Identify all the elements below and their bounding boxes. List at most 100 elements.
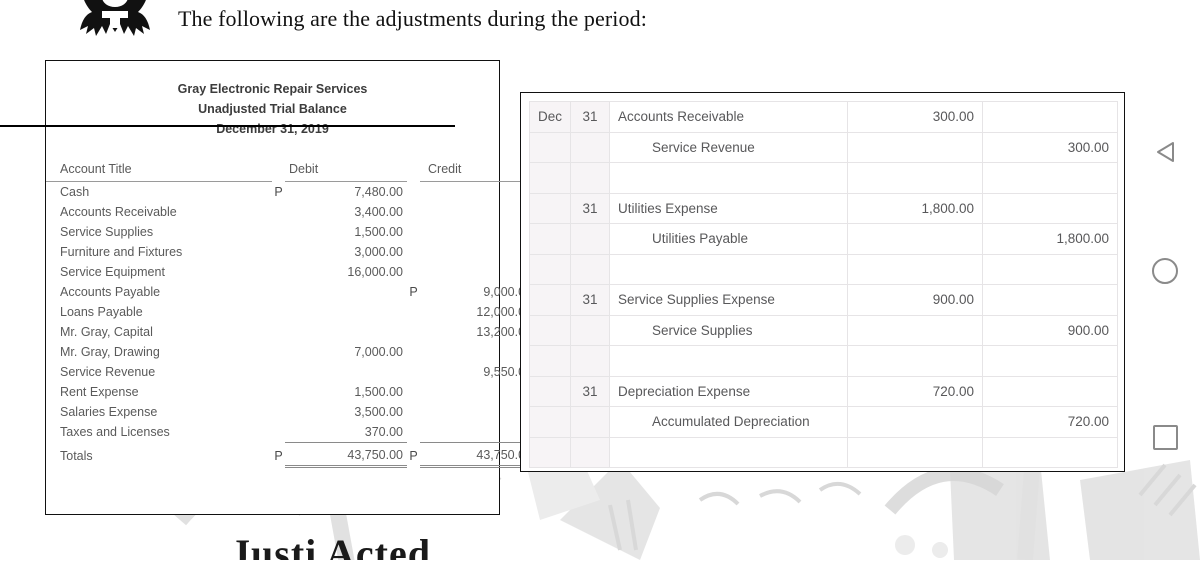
debit-amount-cell: 3,400.00 <box>354 205 403 219</box>
journal-account-cell <box>609 253 848 285</box>
journal-row <box>529 345 1118 377</box>
debit-currency-symbol <box>272 382 285 402</box>
credit-currency-symbol <box>407 342 420 362</box>
journal-row: 31 Depreciation Expense 720.00 <box>529 375 1118 407</box>
debit-currency-symbol <box>272 242 285 262</box>
debit-currency-symbol <box>272 202 285 222</box>
journal-credit-cell <box>982 284 1118 316</box>
totals-credit-currency-symbol: P <box>409 448 418 463</box>
journal-month-cell <box>529 284 571 316</box>
journal-credit-cell <box>982 345 1118 377</box>
unadjusted-trial-balance-panel: Gray Electronic Repair Services Unadjust… <box>45 60 540 515</box>
journal-day-cell: 31 <box>570 284 610 316</box>
journal-debit-cell <box>847 162 983 194</box>
journal-month-cell <box>529 345 571 377</box>
journal-account-cell: Accounts Receivable <box>609 101 848 133</box>
credit-currency-symbol <box>407 182 420 203</box>
account-title-cell: Taxes and Licenses <box>60 425 170 440</box>
credit-currency-symbol <box>407 302 420 322</box>
credit-currency-symbol <box>407 422 420 443</box>
journal-month-cell <box>529 192 571 224</box>
journal-account-cell: Accumulated Depreciation <box>609 406 848 438</box>
triangle-back-icon[interactable] <box>1154 140 1178 169</box>
credit-currency-symbol <box>407 322 420 342</box>
journal-row <box>529 436 1118 468</box>
crest-logo-icon <box>72 0 158 40</box>
journal-debit-cell: 720.00 <box>847 375 983 407</box>
journal-day-cell: 31 <box>570 375 610 407</box>
credit-currency-symbol: P <box>409 285 418 299</box>
debit-currency-symbol <box>272 362 285 382</box>
journal-account-cell: Utilities Expense <box>609 192 848 224</box>
journal-day-cell <box>570 436 610 468</box>
journal-debit-cell: 1,800.00 <box>847 192 983 224</box>
table-row: Salaries Expense 3,500.00 <box>46 402 540 422</box>
table-row: Mr. Gray, Capital 13,200.00 <box>46 322 540 342</box>
table-row: Rent Expense 1,500.00 <box>46 382 540 402</box>
trial-balance-body: Cash P 7,480.00 Accounts Receivable 3,40… <box>46 182 540 468</box>
journal-row: Accumulated Depreciation 720.00 <box>529 406 1118 438</box>
journal-day-cell <box>570 131 610 163</box>
report-title: Unadjusted Trial Balance <box>198 102 347 116</box>
spacer-debit-symbol <box>272 159 285 182</box>
table-row: Accounts Payable P 9,000.00 <box>46 282 540 302</box>
credit-currency-symbol <box>407 382 420 402</box>
journal-day-cell: 31 <box>570 192 610 224</box>
journal-debit-cell: 900.00 <box>847 284 983 316</box>
journal-row: 31 Utilities Expense 1,800.00 <box>529 192 1118 224</box>
journal-account-cell: Utilities Payable <box>609 223 848 255</box>
journal-account-cell: Depreciation Expense <box>609 375 848 407</box>
debit-currency-symbol <box>272 422 285 443</box>
account-title-cell: Service Supplies <box>60 225 154 239</box>
journal-debit-cell <box>847 406 983 438</box>
journal-credit-cell <box>982 192 1118 224</box>
table-row: Mr. Gray, Drawing 7,000.00 <box>46 342 540 362</box>
journal-month-cell <box>529 436 571 468</box>
journal-entries-table: Dec 31 Accounts Receivable 300.00 Servic… <box>529 101 1118 468</box>
table-row: Loans Payable 12,000.00 <box>46 302 540 322</box>
adjusting-journal-entries-panel: Dec 31 Accounts Receivable 300.00 Servic… <box>520 92 1125 472</box>
journal-credit-cell <box>982 162 1118 194</box>
journal-entries-body: Dec 31 Accounts Receivable 300.00 Servic… <box>529 101 1118 468</box>
debit-amount-cell: 7,480.00 <box>354 185 403 199</box>
journal-account-cell <box>609 162 848 194</box>
circle-home-icon[interactable] <box>1152 258 1178 284</box>
account-title-cell: Cash <box>60 185 90 199</box>
journal-month-cell <box>529 406 571 438</box>
journal-account-cell: Service Supplies <box>609 314 848 346</box>
square-recents-icon[interactable] <box>1153 425 1178 450</box>
table-row: Service Supplies 1,500.00 <box>46 222 540 242</box>
trial-balance-heading: Gray Electronic Repair Services Unadjust… <box>46 61 499 139</box>
debit-amount-cell: 7,000.00 <box>354 345 403 359</box>
debit-currency-symbol <box>272 302 285 322</box>
journal-month-cell <box>529 253 571 285</box>
journal-day-cell <box>570 345 610 377</box>
table-row: Cash P 7,480.00 <box>46 182 540 203</box>
account-title-cell: Loans Payable <box>60 305 143 319</box>
account-title-cell: Accounts Payable <box>60 285 161 299</box>
journal-day-cell <box>570 406 610 438</box>
account-title-cell: Accounts Receivable <box>60 205 177 219</box>
instruction-text: The following are the adjustments during… <box>178 6 647 31</box>
journal-row: Service Supplies 900.00 <box>529 314 1118 346</box>
credit-currency-symbol <box>407 222 420 242</box>
table-row: Service Equipment 16,000.00 <box>46 262 540 282</box>
journal-row: 31 Service Supplies Expense 900.00 <box>529 284 1118 316</box>
account-title-cell: Mr. Gray, Drawing <box>60 345 160 359</box>
journal-month-cell <box>529 162 571 194</box>
debit-currency-symbol <box>272 402 285 422</box>
journal-debit-cell <box>847 436 983 468</box>
journal-day-cell <box>570 253 610 285</box>
debit-currency-symbol: P <box>274 184 283 199</box>
journal-row: Service Revenue 300.00 <box>529 131 1118 163</box>
debit-amount-cell: 1,500.00 <box>354 225 403 239</box>
journal-month-cell: Dec <box>529 101 571 133</box>
column-header-account-title: Account Title <box>46 159 272 182</box>
account-title-cell: Furniture and Fixtures <box>60 245 183 259</box>
journal-debit-cell <box>847 131 983 163</box>
debit-amount-cell <box>285 282 407 302</box>
table-row: Taxes and Licenses 370.00 <box>46 422 540 443</box>
debit-amount-cell <box>285 362 407 382</box>
journal-credit-cell <box>982 436 1118 468</box>
journal-day-cell <box>570 162 610 194</box>
